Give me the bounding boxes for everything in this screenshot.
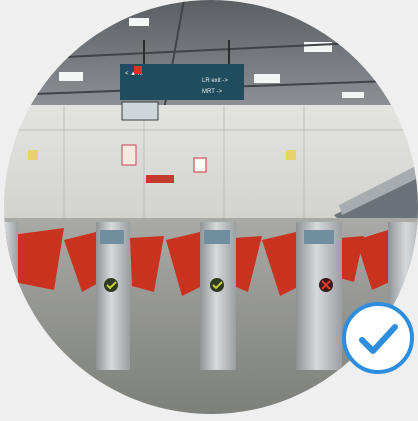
fare-gate-3: [200, 222, 236, 370]
sign-right-line-1: LR exit ->: [202, 78, 228, 84]
sign-right-line-2: MRT ->: [202, 89, 222, 95]
fare-gate-2: [96, 222, 130, 370]
verified-check-badge: [340, 300, 416, 376]
sign-left-text: < ▲ ...: [125, 71, 143, 77]
fare-gate-4: [296, 222, 342, 370]
